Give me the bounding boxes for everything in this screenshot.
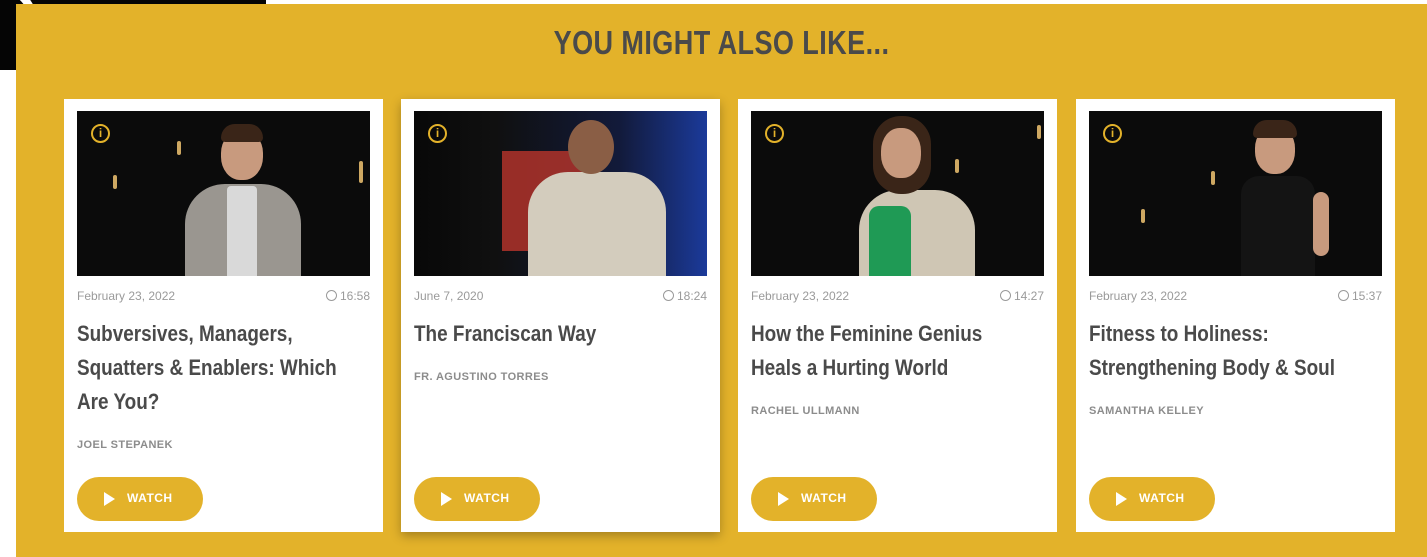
video-title[interactable]: Subversives, Managers, Squatters & Enabl… [77,317,369,419]
video-title[interactable]: How the Feminine Genius Heals a Hurting … [751,317,1043,385]
watch-button[interactable]: WATCH [751,477,877,521]
clock-icon [325,290,337,301]
video-thumbnail[interactable]: i [414,111,707,276]
video-card[interactable]: i June 7, 2020 18:24 The Franciscan Way … [401,99,720,532]
video-duration: 15:37 [1337,289,1382,303]
play-icon [1116,492,1127,506]
video-card[interactable]: i February 23, 2022 16:58 Subversives, M… [64,99,383,532]
info-icon[interactable]: i [1103,124,1122,143]
video-thumbnail[interactable]: i [77,111,370,276]
watch-button[interactable]: WATCH [1089,477,1215,521]
info-icon[interactable]: i [91,124,110,143]
video-date: February 23, 2022 [77,289,176,303]
video-title[interactable]: Fitness to Holiness: Strengthening Body … [1089,317,1381,385]
video-date: February 23, 2022 [751,289,850,303]
video-thumbnail[interactable]: i [751,111,1044,276]
clock-icon [1337,290,1349,301]
video-card[interactable]: i February 23, 2022 15:37 Fitness to Hol… [1076,99,1395,532]
watch-button[interactable]: WATCH [414,477,540,521]
speaker-image [177,116,307,276]
clock-icon [662,290,674,301]
play-icon [778,492,789,506]
play-icon [104,492,115,506]
speaker-image [851,116,981,276]
speaker-name: JOEL STEPANEK [77,439,173,451]
speaker-name: RACHEL ULLMANN [751,405,860,417]
video-thumbnail[interactable]: i [1089,111,1382,276]
watch-button[interactable]: WATCH [77,477,203,521]
video-duration: 16:58 [325,289,370,303]
video-duration: 18:24 [662,289,707,303]
info-icon[interactable]: i [765,124,784,143]
speaker-name: FR. AGUSTINO TORRES [414,371,549,383]
speaker-image [1229,116,1359,276]
related-videos-section: YOU MIGHT ALSO LIKE... i February 23, 20… [16,4,1427,557]
video-title[interactable]: The Franciscan Way [414,317,706,351]
video-card[interactable]: i February 23, 2022 14:27 How the Femini… [738,99,1057,532]
video-date: June 7, 2020 [414,289,484,303]
video-date: February 23, 2022 [1089,289,1188,303]
clock-icon [999,290,1011,301]
speaker-name: SAMANTHA KELLEY [1089,405,1204,417]
section-heading: YOU MIGHT ALSO LIKE... [553,24,890,61]
speaker-image [522,116,672,276]
play-icon [441,492,452,506]
info-icon[interactable]: i [428,124,447,143]
video-duration: 14:27 [999,289,1044,303]
